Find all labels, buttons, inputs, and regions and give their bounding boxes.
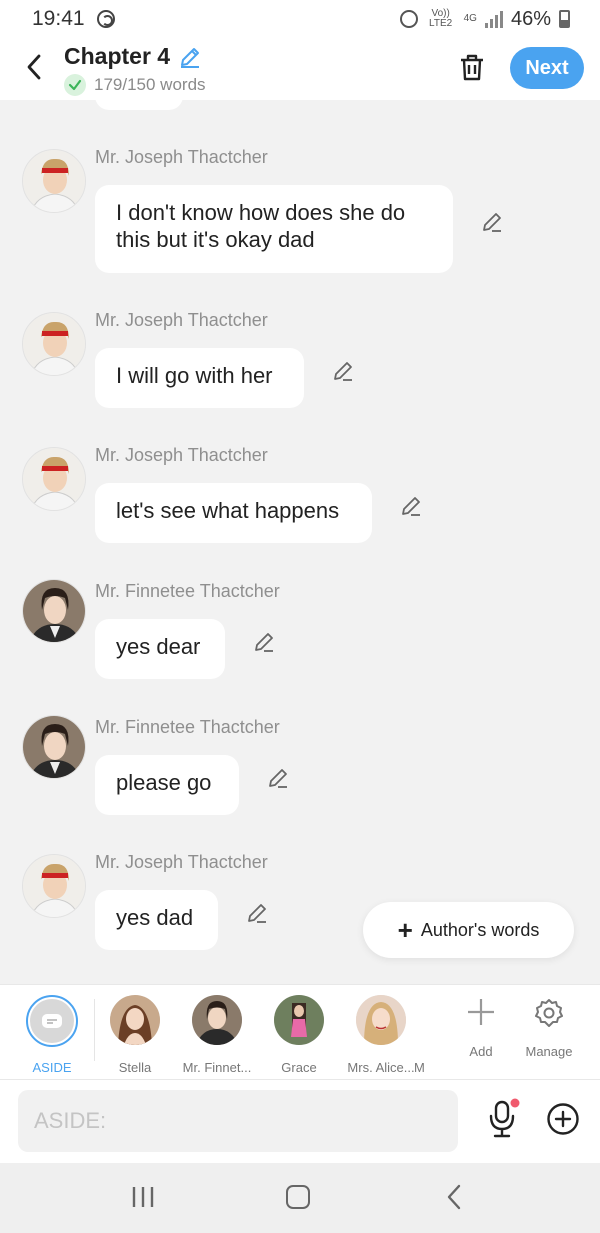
avatar-finnetee[interactable] [22, 715, 86, 779]
manage-label: Manage [525, 1044, 573, 1059]
plus-icon [468, 999, 494, 1025]
input-bar [0, 1080, 600, 1163]
character-mr-finnetee[interactable]: Mr. Finnet... [176, 995, 258, 1075]
plus-icon: + [397, 915, 413, 945]
character-label: Stella [118, 1060, 152, 1075]
page-title: Chapter 4 [64, 43, 171, 69]
next-button[interactable]: Next [510, 47, 584, 89]
signal-icon [484, 10, 503, 28]
check-icon [64, 74, 86, 96]
character-label: Grace [281, 1060, 317, 1075]
battery-icon [559, 10, 570, 28]
character-m-partial[interactable]: M [414, 995, 434, 1075]
sender-name: Mr. Finnetee Thactcher [95, 717, 280, 737]
add-label: Add [469, 1044, 493, 1059]
message-bubble[interactable]: let's see what happens [95, 483, 372, 543]
sender-name: Mr. Joseph Thactcher [95, 852, 268, 872]
message-bubble[interactable]: I will go with her [95, 348, 304, 408]
back-nav-icon[interactable] [444, 1183, 464, 1211]
avatar-grace [274, 995, 324, 1045]
edit-title-pencil-icon[interactable] [178, 45, 202, 69]
avatar-finnetee-small [192, 995, 242, 1045]
aside-avatar [26, 995, 78, 1047]
message-bubble[interactable]: I don't know how does she do this but it… [95, 185, 453, 273]
gear-icon [535, 999, 563, 1027]
edit-message-pencil-icon[interactable] [399, 494, 423, 518]
edit-message-pencil-icon[interactable] [480, 210, 504, 234]
message-bubble[interactable]: yes dear [95, 619, 225, 679]
character-label: ASIDE [32, 1060, 72, 1075]
title-block: Chapter 4 179/150 words [64, 43, 206, 96]
app-notification-icon [96, 10, 115, 28]
microphone-icon[interactable] [486, 1098, 520, 1140]
edit-message-pencil-icon[interactable] [266, 766, 290, 790]
avatar-joseph[interactable] [22, 312, 86, 376]
avatar-joseph[interactable] [22, 854, 86, 918]
word-count: 179/150 words [94, 75, 206, 94]
add-circle-icon[interactable] [546, 1102, 580, 1136]
avatar-joseph[interactable] [22, 447, 86, 511]
trash-icon[interactable] [458, 52, 486, 82]
authors-words-button[interactable]: + Author's words [363, 902, 574, 958]
character-bar: ASIDE Stella Mr. Finnet... Grace Mrs. Al… [0, 984, 600, 1080]
add-character-button[interactable]: Add [446, 997, 516, 1059]
character-label: M [414, 1060, 425, 1075]
chat-area[interactable]: Mr. Joseph Thactcher I don't know how do… [0, 100, 600, 984]
avatar-stella [110, 995, 160, 1045]
sender-name: Mr. Joseph Thactcher [95, 147, 268, 167]
network-type: 4G [463, 13, 477, 24]
character-label: Mrs. Alice... [347, 1060, 415, 1075]
volte-indicator: Vo)) LTE2 [429, 8, 453, 29]
avatar-finnetee[interactable] [22, 579, 86, 643]
status-time: 19:41 [32, 7, 85, 30]
aside-input[interactable] [18, 1090, 458, 1152]
recents-icon[interactable] [130, 1185, 156, 1209]
chapter-header: Chapter 4 179/150 words Next [0, 38, 600, 100]
status-right: Vo)) LTE2 4G 46% [399, 7, 570, 31]
character-mrs-alice[interactable]: Mrs. Alice... [340, 995, 422, 1075]
battery-percent: 46% [510, 7, 551, 30]
avatar-mrs-alice [356, 995, 406, 1045]
edit-message-pencil-icon[interactable] [252, 630, 276, 654]
back-arrow-icon[interactable] [22, 52, 46, 82]
message-bubble[interactable]: yes dad [95, 890, 218, 950]
authors-words-label: Author's words [420, 919, 540, 940]
home-icon[interactable] [286, 1185, 310, 1209]
alarm-icon [399, 10, 418, 28]
avatar-joseph[interactable] [22, 149, 86, 213]
status-bar: 19:41 Vo)) LTE2 4G 46% [0, 0, 600, 38]
edit-message-pencil-icon[interactable] [245, 901, 269, 925]
sender-name: Mr. Joseph Thactcher [95, 445, 268, 465]
edit-message-pencil-icon[interactable] [331, 359, 355, 383]
message-bubble[interactable]: please go [95, 755, 239, 815]
character-grace[interactable]: Grace [258, 995, 340, 1075]
sender-name: Mr. Joseph Thactcher [95, 310, 268, 330]
character-aside[interactable]: ASIDE [11, 995, 93, 1075]
character-stella[interactable]: Stella [94, 995, 176, 1075]
character-label: Mr. Finnet... [182, 1060, 252, 1075]
aside-bubble-icon [42, 1014, 62, 1028]
system-navigation-bar [0, 1163, 600, 1233]
sender-name: Mr. Finnetee Thactcher [95, 581, 280, 601]
previous-message-bubble [95, 100, 183, 110]
manage-characters-button[interactable]: Manage [514, 997, 584, 1059]
